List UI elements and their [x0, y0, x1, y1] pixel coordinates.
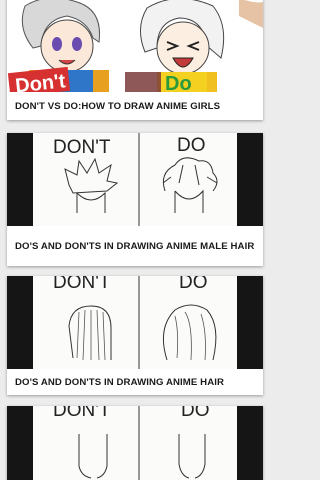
thumbnail-label-do: DO	[179, 276, 208, 293]
svg-text:Do: Do	[165, 73, 192, 92]
video-thumbnail[interactable]: DON'T DO	[7, 406, 263, 480]
video-feed: Don't Do DON'T VS DO:HOW TO DRAW ANIME G…	[0, 0, 270, 480]
video-card[interactable]: DON'T DO DO'S AND DON'TS IN DRAWING ANIM…	[7, 276, 263, 395]
video-thumbnail[interactable]: DON'T DO	[7, 133, 263, 226]
thumbnail-label-do: DO	[181, 406, 210, 421]
thumbnail-label-dont: DON'T	[53, 276, 111, 293]
video-thumbnail[interactable]: DON'T DO	[7, 276, 263, 369]
video-card[interactable]: Don't Do DON'T VS DO:HOW TO DRAW ANIME G…	[7, 0, 263, 120]
thumbnail-label-dont: DON'T	[53, 406, 111, 421]
video-title[interactable]: DO'S AND DON'TS IN DRAWING ANIME HAIR	[7, 369, 263, 395]
thumbnail-label-dont: DON'T	[53, 137, 111, 158]
video-title[interactable]: DO'S AND DON'TS IN DRAWING ANIME MALE HA…	[7, 226, 263, 266]
video-card[interactable]: DON'T DO DO'S AND DON'TS IN DRAWING ANIM…	[7, 133, 263, 266]
thumbnail-label-do: DO	[177, 135, 206, 156]
video-card[interactable]: DON'T DO	[7, 406, 263, 480]
video-thumbnail[interactable]: Don't Do	[7, 0, 263, 92]
video-title[interactable]: DON'T VS DO:HOW TO DRAW ANIME GIRLS	[7, 92, 263, 120]
thumbnail-label-do: Do	[157, 72, 207, 92]
